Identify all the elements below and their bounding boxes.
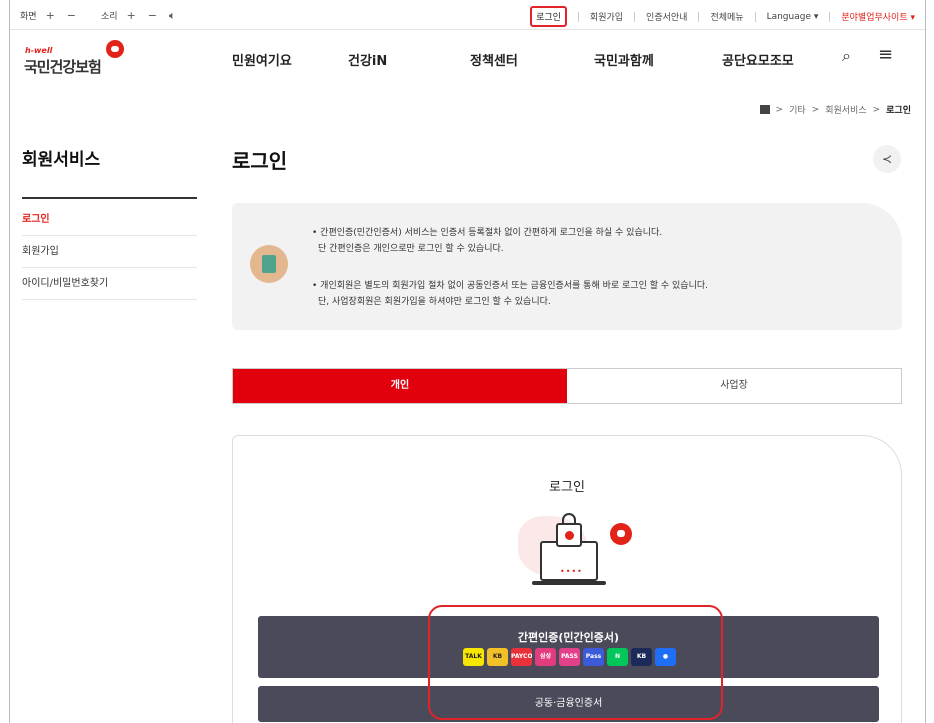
chat-bubble-icon	[610, 523, 632, 545]
sound-label: 소리	[101, 12, 118, 22]
notice-line-4: 단, 사업장회원은 회원가입을 하셔야만 로그인 할 수 있습니다.	[318, 297, 551, 307]
screen-zoom-out-button[interactable]: −	[64, 10, 79, 21]
gnb-item-policy[interactable]: 정책센터	[470, 50, 518, 69]
browser-frame: 화면 + − 소리 + − 🔈︎ 로그인 회원가입 인증서안내 전체메뉴 Lan…	[9, 0, 926, 723]
speaker-icon[interactable]: 🔈︎	[166, 10, 179, 21]
tab-individual[interactable]: 개인	[233, 369, 567, 403]
notice-line-2: 단 간편인증은 개인으로만 로그인 할 수 있습니다.	[318, 244, 504, 254]
util-login-link[interactable]: 로그인	[530, 6, 567, 27]
laptop-lock-illustration: ••••	[518, 511, 638, 591]
utility-links: 로그인 회원가입 인증서안내 전체메뉴 Language ▾ 분야별업무사이트 …	[530, 6, 915, 27]
sidebar-title: 회원서비스	[22, 150, 101, 170]
language-select[interactable]: Language ▾	[767, 12, 819, 22]
breadcrumb-item-etc[interactable]: 기타	[789, 103, 806, 116]
page-title: 로그인	[232, 149, 288, 173]
sidebar-item-login[interactable]: 로그인	[22, 204, 197, 236]
breadcrumb-current: 로그인	[886, 106, 911, 116]
util-signup-link[interactable]: 회원가입	[590, 10, 623, 23]
laptop-base	[532, 581, 606, 585]
building-icon	[250, 245, 288, 283]
lock-shackle	[562, 513, 576, 525]
notice-line-1: • 간편인증(민간인증서) 서비스는 인증서 등록절차 없이 간편하게 로그인을…	[312, 228, 663, 238]
lock-icon	[556, 513, 582, 547]
gnb-item-health[interactable]: 건강iN	[348, 50, 387, 69]
tab-business[interactable]: 사업장	[567, 369, 901, 403]
notice-line-3: • 개인회원은 별도의 회원가입 절차 없이 공동인증서 또는 금융인증서를 통…	[312, 281, 708, 291]
util-all-menu-link[interactable]: 전체메뉴	[710, 10, 743, 23]
notice-box: • 간편인증(민간인증서) 서비스는 인증서 등록절차 없이 간편하게 로그인을…	[232, 203, 902, 330]
utility-bar: 화면 + − 소리 + − 🔈︎ 로그인 회원가입 인증서안내 전체메뉴 Lan…	[10, 0, 925, 30]
password-dots: ••••	[560, 567, 583, 576]
sound-up-button[interactable]: +	[124, 10, 139, 21]
search-icon[interactable]: ⌕	[842, 46, 851, 66]
breadcrumb-separator: >	[811, 104, 820, 115]
login-type-tabs: 개인 사업장	[232, 368, 902, 404]
breadcrumb: > 기타 > 회원서비스 > 로그인	[759, 103, 911, 116]
biz-site-select[interactable]: 분야별업무사이트 ▾	[841, 10, 915, 23]
share-icon[interactable]: ≺	[873, 145, 901, 173]
breadcrumb-separator: >	[775, 104, 784, 115]
login-card-title: 로그인	[549, 480, 585, 495]
sidebar-menu: 로그인 회원가입 아이디/비밀번호찾기	[22, 204, 197, 300]
sidebar-divider	[22, 197, 197, 199]
annotation-highlight	[428, 605, 723, 720]
screen-size-label: 화면	[20, 12, 37, 22]
hamburger-menu-icon[interactable]: ≡	[878, 44, 893, 65]
gnb-item-together[interactable]: 국민과함께	[594, 50, 654, 69]
global-nav: 민원여기요 건강iN 정책센터 국민과함께 공단요모조모 ⌕ ≡	[10, 44, 925, 72]
sidebar-item-find-id-pw[interactable]: 아이디/비밀번호찾기	[22, 268, 197, 300]
gnb-item-about[interactable]: 공단요모조모	[722, 50, 794, 69]
accessibility-controls: 화면 + − 소리 + − 🔈︎	[20, 9, 179, 23]
gnb-item-civil[interactable]: 민원여기요	[232, 50, 292, 69]
breadcrumb-separator: >	[872, 104, 881, 115]
lock-key	[565, 531, 574, 540]
util-cert-guide-link[interactable]: 인증서안내	[646, 10, 687, 23]
home-icon[interactable]	[759, 105, 770, 114]
laptop-icon: ••••	[540, 541, 598, 581]
sound-down-button[interactable]: −	[145, 10, 160, 21]
screen-zoom-in-button[interactable]: +	[43, 10, 58, 21]
breadcrumb-item-member[interactable]: 회원서비스	[825, 103, 866, 116]
sidebar-item-signup[interactable]: 회원가입	[22, 236, 197, 268]
